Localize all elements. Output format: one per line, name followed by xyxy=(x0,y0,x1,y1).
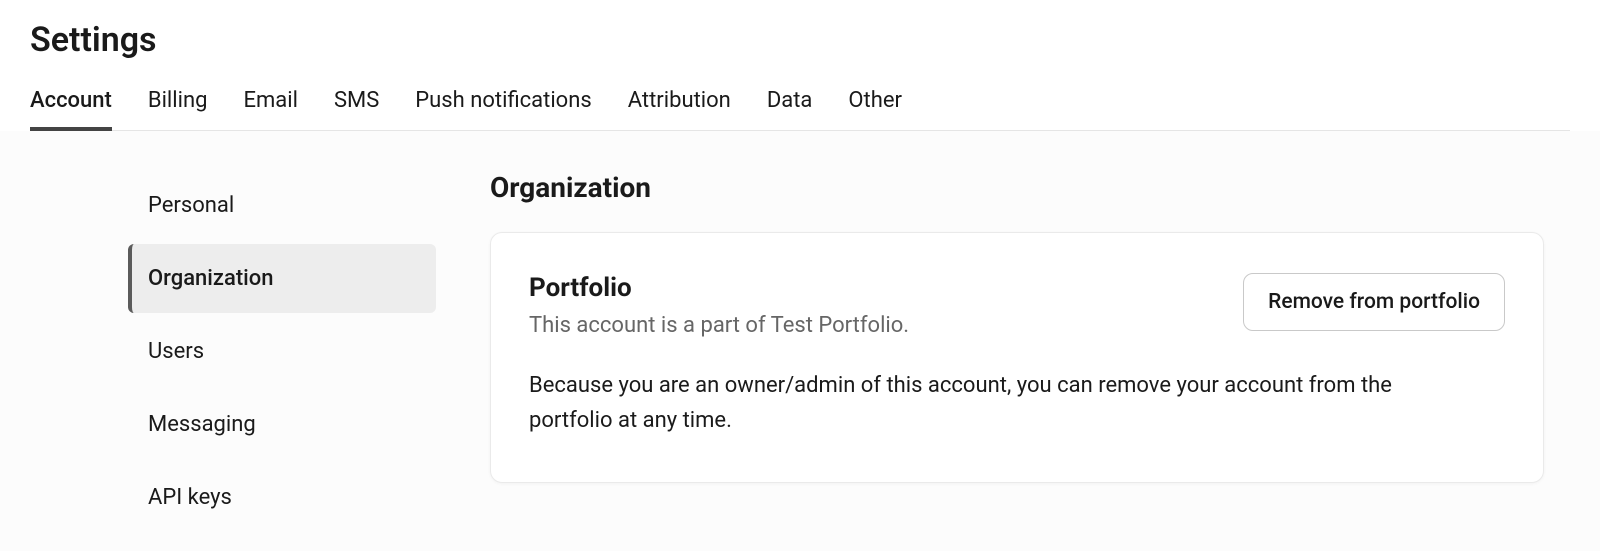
main: Organization Portfolio This account is a… xyxy=(440,131,1600,551)
remove-from-portfolio-button[interactable]: Remove from portfolio xyxy=(1243,273,1505,331)
sidebar-item-personal[interactable]: Personal xyxy=(128,171,436,240)
tab-billing[interactable]: Billing xyxy=(148,88,208,131)
header: Settings Account Billing Email SMS Push … xyxy=(0,0,1600,131)
sidebar-item-users[interactable]: Users xyxy=(128,317,436,386)
tab-attribution[interactable]: Attribution xyxy=(628,88,731,131)
sidebar-item-label: Users xyxy=(148,339,204,364)
sidebar-item-label: Messaging xyxy=(148,412,256,437)
sidebar: Personal Organization Users Messaging AP… xyxy=(0,131,440,551)
card-body: Because you are an owner/admin of this a… xyxy=(529,368,1469,438)
sidebar-item-label: Personal xyxy=(148,193,234,218)
sidebar-item-label: API keys xyxy=(148,485,232,510)
sidebar-item-organization[interactable]: Organization xyxy=(128,244,436,313)
sidebar-item-label: Organization xyxy=(148,266,274,291)
tab-push-notifications[interactable]: Push notifications xyxy=(415,88,591,131)
tab-email[interactable]: Email xyxy=(243,88,297,131)
tab-sms[interactable]: SMS xyxy=(334,88,379,131)
tab-other[interactable]: Other xyxy=(848,88,902,131)
card-header: Portfolio This account is a part of Test… xyxy=(529,273,1505,338)
content-area: Personal Organization Users Messaging AP… xyxy=(0,131,1600,551)
portfolio-card: Portfolio This account is a part of Test… xyxy=(490,232,1544,483)
card-title-block: Portfolio This account is a part of Test… xyxy=(529,273,1243,338)
tab-data[interactable]: Data xyxy=(767,88,813,131)
card-subtitle: This account is a part of Test Portfolio… xyxy=(529,313,1243,338)
tabs: Account Billing Email SMS Push notificat… xyxy=(30,88,1570,131)
section-title: Organization xyxy=(490,171,1544,204)
page-title: Settings xyxy=(30,20,1570,60)
tab-account[interactable]: Account xyxy=(30,88,112,131)
card-title: Portfolio xyxy=(529,273,1243,303)
sidebar-item-api-keys[interactable]: API keys xyxy=(128,463,436,532)
sidebar-item-messaging[interactable]: Messaging xyxy=(128,390,436,459)
